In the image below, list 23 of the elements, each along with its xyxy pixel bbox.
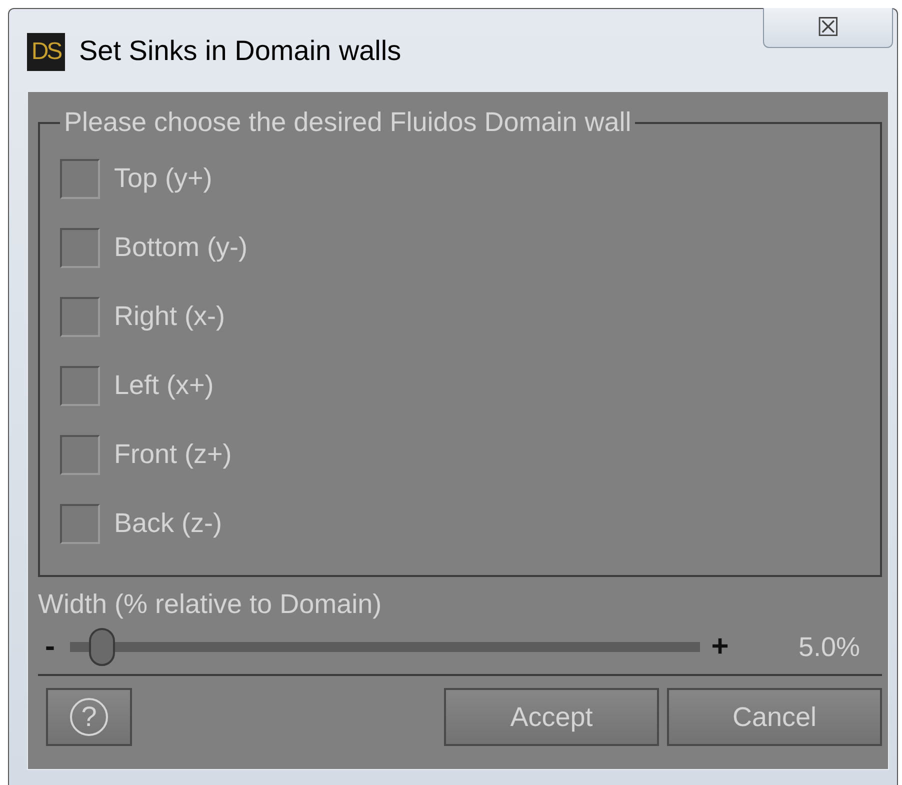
checkbox[interactable] <box>60 366 100 406</box>
dialog-button[interactable]: Accept <box>444 688 659 746</box>
checkbox-label: Right (x-) <box>114 301 226 332</box>
help-button[interactable]: ? <box>46 688 132 746</box>
app-logo: DS <box>27 33 65 71</box>
width-label: Width (% relative to Domain) <box>38 589 383 620</box>
checkbox[interactable] <box>60 228 100 268</box>
checkbox[interactable] <box>60 434 100 474</box>
checkbox-label: Back (z-) <box>114 508 222 539</box>
minus-label: - <box>44 630 56 664</box>
checkbox[interactable] <box>60 296 100 336</box>
close-button[interactable]: ☒ <box>763 8 893 48</box>
checkbox[interactable] <box>60 504 100 544</box>
dialog-button[interactable]: Cancel <box>667 688 882 746</box>
width-reading: 5.0% <box>798 632 860 662</box>
checkbox-label: Front (z+) <box>114 439 232 470</box>
window-title: Set Sinks in Domain walls <box>79 35 402 67</box>
checkbox-label: Left (x+) <box>114 370 214 401</box>
plus-label: + <box>710 630 730 664</box>
checkbox[interactable] <box>60 158 100 198</box>
slider-thumb[interactable] <box>88 628 114 666</box>
checkbox-label: Bottom (y-) <box>114 232 248 263</box>
checkbox-label: Top (y+) <box>114 163 212 194</box>
